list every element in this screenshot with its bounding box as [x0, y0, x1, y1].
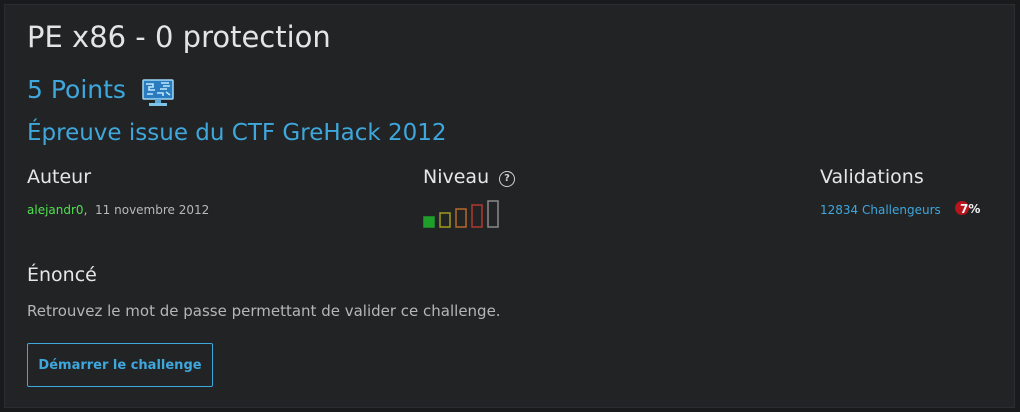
- difficulty-level-indicator: [423, 200, 499, 228]
- level-bar-2: [439, 212, 451, 228]
- author-separator: ,: [83, 203, 88, 217]
- help-icon[interactable]: ?: [499, 171, 515, 187]
- challenge-source-link[interactable]: Épreuve issue du CTF GreHack 2012: [27, 120, 447, 146]
- level-bar-3: [455, 208, 467, 228]
- validation-percent: 7%: [960, 202, 981, 216]
- validations-count-link[interactable]: 12834 Challengeurs: [820, 203, 941, 217]
- computer-category-icon: [142, 79, 174, 106]
- start-challenge-button[interactable]: Démarrer le challenge: [27, 343, 213, 387]
- statement-heading: Énoncé: [27, 264, 97, 286]
- level-bar-5: [487, 200, 499, 228]
- author-date: 11 novembre 2012: [95, 203, 210, 217]
- validation-percent-badge: 7%: [955, 201, 981, 217]
- challenge-title: PE x86 - 0 protection: [27, 20, 331, 54]
- author-heading: Auteur: [27, 166, 92, 188]
- challenge-points: 5 Points: [27, 75, 126, 104]
- statement-text: Retrouvez le mot de passe permettant de …: [27, 302, 501, 320]
- author-info: alejandr0, 11 novembre 2012: [27, 203, 209, 217]
- validations-heading: Validations: [820, 166, 924, 188]
- level-bar-1: [423, 216, 435, 228]
- author-name-link[interactable]: alejandr0: [27, 203, 84, 217]
- level-bar-4: [471, 204, 483, 228]
- level-heading: Niveau: [423, 166, 490, 188]
- challenge-panel: PE x86 - 0 protection 5 Points Épreuve i…: [4, 4, 1015, 408]
